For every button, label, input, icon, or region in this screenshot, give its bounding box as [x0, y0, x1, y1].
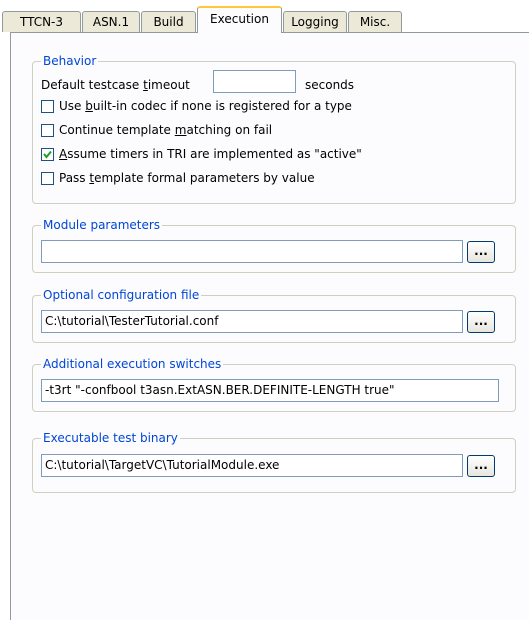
module-parameters-input[interactable] [41, 240, 463, 263]
template-matching-label: Continue template matching on fail [59, 123, 273, 137]
timers-active-checkbox[interactable] [41, 148, 54, 161]
tab-ttcn3[interactable]: TTCN-3 [2, 11, 81, 32]
template-matching-checkbox[interactable] [41, 124, 54, 137]
check-icon [43, 150, 52, 159]
config-file-input[interactable]: C:\tutorial\TesterTutorial.conf [41, 310, 463, 333]
test-binary-group: Executable test binary C:\tutorial\Targe… [32, 430, 516, 493]
tab-strip: TTCN-3 ASN.1 Build Execution Logging Mis… [0, 0, 529, 33]
pass-by-value-label: Pass template formal parameters by value [59, 171, 315, 185]
exec-switches-legend: Additional execution switches [41, 356, 224, 372]
timeout-label: Default testcase timeout [41, 78, 190, 92]
module-parameters-legend: Module parameters [41, 217, 163, 233]
builtin-codec-checkbox[interactable] [41, 100, 54, 113]
test-binary-legend: Executable test binary [41, 430, 180, 446]
test-binary-input[interactable]: C:\tutorial\TargetVC\TutorialModule.exe [41, 454, 463, 477]
pass-by-value-checkbox[interactable] [41, 172, 54, 185]
exec-switches-input[interactable]: -t3rt "-confbool t3asn.ExtASN.BER.DEFINI… [41, 379, 499, 402]
behavior-legend: Behavior [41, 53, 99, 69]
timeout-unit-label: seconds [305, 78, 355, 92]
exec-switches-group: Additional execution switches -t3rt "-co… [32, 356, 516, 412]
tab-logging[interactable]: Logging [283, 11, 347, 32]
module-parameters-browse-button[interactable]: ... [467, 241, 495, 263]
config-file-browse-button[interactable]: ... [467, 311, 495, 333]
module-parameters-group: Module parameters ... [32, 217, 516, 273]
test-binary-browse-button[interactable]: ... [467, 455, 495, 477]
builtin-codec-label: Use built-in codec if none is registered… [59, 99, 352, 113]
tab-misc[interactable]: Misc. [348, 11, 402, 32]
timeout-input[interactable] [213, 70, 296, 93]
tab-execution[interactable]: Execution [197, 6, 282, 33]
config-file-legend: Optional configuration file [41, 287, 202, 303]
behavior-group: Behavior Default testcase timeout second… [32, 53, 516, 204]
tab-build[interactable]: Build [141, 11, 196, 32]
config-file-group: Optional configuration file C:\tutorial\… [32, 287, 516, 343]
timers-active-label: Assume timers in TRI are implemented as … [59, 147, 362, 161]
tab-asn1[interactable]: ASN.1 [82, 11, 140, 32]
